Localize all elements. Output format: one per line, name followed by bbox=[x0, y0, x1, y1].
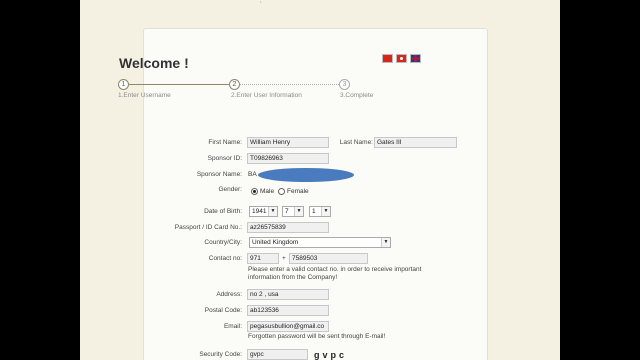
sponsor-id-label: Sponsor ID: bbox=[207, 155, 242, 162]
sponsor-id-field[interactable]: T09826963 bbox=[247, 153, 329, 164]
address-label: Address: bbox=[216, 291, 242, 298]
step-3-label: 3.Complete bbox=[340, 92, 374, 99]
sponsor-name-label: Sponsor Name: bbox=[196, 171, 242, 178]
address-field[interactable]: no 2 , usa bbox=[247, 289, 329, 300]
chevron-down-icon: ▼ bbox=[321, 207, 330, 216]
stray-mark: ˛ bbox=[260, 0, 262, 3]
female-radio-label: Female bbox=[287, 188, 309, 195]
step-2-circle: 2 bbox=[229, 79, 240, 90]
page-background: ˛ Welcome ! 1 2 3 1.Enter Username 2.Ent… bbox=[80, 0, 560, 360]
page-title: Welcome ! bbox=[119, 55, 189, 71]
dob-day-value: 1 bbox=[312, 208, 316, 215]
captcha-image: gvpc bbox=[314, 350, 348, 360]
step-1-label: 1.Enter Username bbox=[118, 92, 171, 99]
contact-label: Contact no: bbox=[208, 255, 242, 262]
dob-month-select[interactable]: 7 ▼ bbox=[282, 206, 304, 217]
step-2-label: 2.Enter User Information bbox=[231, 92, 302, 99]
dob-year-value: 1941 bbox=[252, 208, 267, 215]
country-value: United Kingdom bbox=[252, 239, 299, 246]
male-radio[interactable] bbox=[251, 188, 258, 195]
email-note: Forgotten password will be sent through … bbox=[248, 333, 386, 340]
sponsor-name-value: BA bbox=[248, 171, 257, 178]
dob-day-select[interactable]: 1 ▼ bbox=[309, 206, 331, 217]
language-switcher bbox=[382, 54, 421, 63]
female-radio[interactable] bbox=[278, 188, 285, 195]
country-select[interactable]: United Kingdom ▼ bbox=[249, 237, 391, 248]
gender-male-option[interactable]: Male bbox=[251, 188, 274, 195]
security-code-label: Security Code: bbox=[199, 351, 242, 358]
contact-number-field[interactable]: 7589503 bbox=[289, 253, 368, 264]
last-name-field[interactable]: Gates III bbox=[374, 137, 457, 148]
uk-flag-icon[interactable] bbox=[410, 54, 421, 63]
hk-flag-icon[interactable] bbox=[396, 54, 407, 63]
chevron-down-icon: ▼ bbox=[381, 238, 390, 247]
chevron-down-icon: ▼ bbox=[268, 207, 277, 216]
redaction-overlay bbox=[258, 168, 354, 182]
country-label: Country/City: bbox=[204, 239, 242, 246]
email-label: Email: bbox=[223, 323, 242, 330]
postal-code-field[interactable]: ab123536 bbox=[247, 305, 329, 316]
cn-flag-icon[interactable] bbox=[382, 54, 393, 63]
chevron-down-icon: ▼ bbox=[294, 207, 303, 216]
passport-field[interactable]: az26575839 bbox=[247, 222, 329, 233]
step-connector bbox=[129, 84, 229, 85]
dob-month-value: 7 bbox=[285, 208, 289, 215]
male-radio-label: Male bbox=[260, 188, 275, 195]
dob-year-select[interactable]: 1941 ▼ bbox=[249, 206, 278, 217]
step-connector-pending bbox=[240, 84, 339, 85]
email-field[interactable]: pegasusbullion@gmail.co bbox=[247, 321, 329, 332]
security-code-field[interactable]: gvpc bbox=[247, 349, 308, 360]
postal-code-label: Postal Code: bbox=[204, 307, 242, 314]
passport-label: Passport / ID Card No.: bbox=[174, 224, 242, 231]
progress-steps: 1 2 3 1.Enter Username 2.Enter User Info… bbox=[118, 79, 373, 101]
gender-female-option[interactable]: Female bbox=[278, 188, 309, 195]
contact-note: Please enter a valid contact no. in orde… bbox=[248, 266, 422, 281]
contact-code-field[interactable]: 971 bbox=[247, 253, 279, 264]
step-3-circle: 3 bbox=[339, 79, 350, 90]
gender-label: Gender: bbox=[218, 186, 243, 193]
last-name-label: Last Name: bbox=[339, 139, 373, 146]
dob-label: Date of Birth: bbox=[204, 208, 242, 215]
contact-plus: + bbox=[282, 255, 286, 262]
first-name-label: First Name: bbox=[208, 139, 242, 146]
step-1-circle: 1 bbox=[118, 79, 129, 90]
